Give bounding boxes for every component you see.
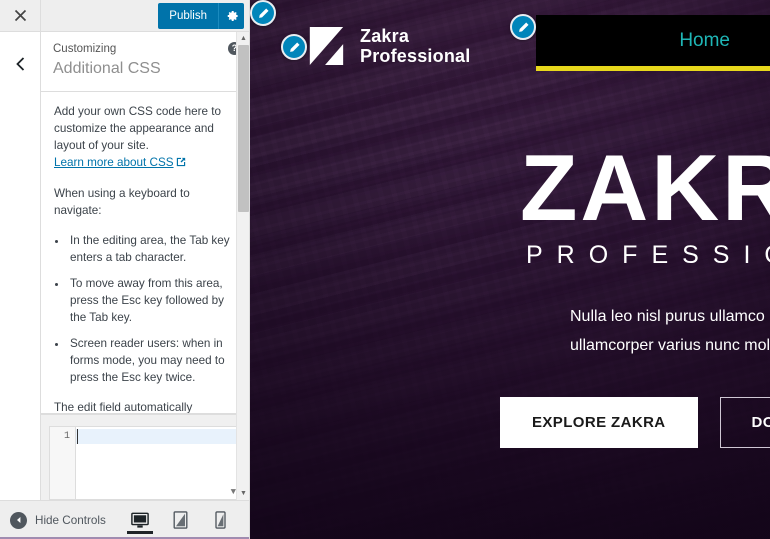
chevron-left-icon xyxy=(15,57,24,71)
description-text-3a: The edit field automatically highlights … xyxy=(54,401,193,414)
customizer-panel: Customizing Additional CSS ? Add your ow… xyxy=(41,32,249,500)
publish-group: Publish xyxy=(158,0,249,31)
description-paragraph-3: The edit field automatically highlights … xyxy=(54,399,236,414)
hero-paragraph-line-2: ullamcorper varius nunc mollis xyxy=(570,337,770,354)
publish-button[interactable]: Publish xyxy=(158,2,218,29)
panel-description: Add your own CSS code here to customize … xyxy=(41,92,249,414)
edit-shortcut-logo[interactable] xyxy=(281,34,307,60)
hero-paragraph: Nulla leo nisl purus ullamco ullamcorper… xyxy=(570,302,770,360)
mobile-icon[interactable] xyxy=(207,505,233,535)
description-paragraph-2: When using a keyboard to navigate: xyxy=(54,187,190,217)
site-branding[interactable]: Zakra Professional xyxy=(305,26,470,66)
text-caret xyxy=(77,429,78,444)
site-title-line-1: Zakra xyxy=(360,26,410,46)
site-title-block: Zakra Professional xyxy=(360,26,470,66)
nav-item-home[interactable]: Home xyxy=(679,30,730,52)
hide-controls-label: Hide Controls xyxy=(35,513,106,527)
hero-section: ZAKRA PROFESSIONAL Nulla leo nisl purus … xyxy=(250,140,770,448)
site-preview: Zakra Professional Home ZAKRA PROFESSION… xyxy=(250,0,770,539)
tablet-icon[interactable] xyxy=(167,505,193,535)
css-editor[interactable]: 1 ▼ xyxy=(49,426,239,500)
description-text-1: Add your own CSS code here to customize … xyxy=(54,105,221,152)
hero-button-group: EXPLORE ZAKRA DOWNLOAD xyxy=(500,397,770,448)
explore-zakra-button[interactable]: EXPLORE ZAKRA xyxy=(500,397,698,448)
line-number: 1 xyxy=(63,431,70,442)
zakra-z-logo-icon xyxy=(309,26,344,66)
customizer-app: Publish Customizing Additional CSS ? Add… xyxy=(0,0,770,539)
css-editor-region: 1 ▼ xyxy=(41,414,249,500)
close-icon[interactable] xyxy=(0,0,41,31)
pencil-icon xyxy=(289,41,300,52)
scrollbar-down-arrow[interactable]: ▼ xyxy=(237,487,249,500)
page-title: Additional CSS xyxy=(53,60,161,77)
hero-title: ZAKRA xyxy=(520,135,770,240)
site-title-line-2: Professional xyxy=(360,46,471,66)
panel-eyebrow: Customizing xyxy=(53,43,117,55)
hide-controls-button[interactable]: Hide Controls xyxy=(10,511,106,529)
description-paragraph-1: Add your own CSS code here to customize … xyxy=(54,103,236,172)
desktop-icon[interactable] xyxy=(127,505,153,535)
list-item: To move away from this area, press the E… xyxy=(68,275,236,326)
external-link-icon xyxy=(176,155,186,172)
device-preview-group xyxy=(127,505,241,535)
customizer-sidebar: Publish Customizing Additional CSS ? Add… xyxy=(0,0,250,539)
list-item: Screen reader users: when in forms mode,… xyxy=(68,335,236,386)
gear-icon[interactable] xyxy=(218,2,244,29)
pencil-icon xyxy=(518,21,529,32)
edit-shortcut-menu[interactable] xyxy=(510,14,536,40)
pencil-icon xyxy=(258,7,269,18)
customizer-footer: Hide Controls xyxy=(0,500,249,539)
keyboard-tips-list: In the editing area, the Tab key enters … xyxy=(68,232,236,386)
learn-more-css-link[interactable]: Learn more about CSS xyxy=(54,156,174,169)
back-button[interactable] xyxy=(0,32,41,500)
scrollbar-up-arrow[interactable]: ▲ xyxy=(237,32,249,45)
scrollbar-thumb[interactable] xyxy=(238,45,249,212)
customizer-topbar: Publish xyxy=(0,0,249,32)
hero-paragraph-line-1: Nulla leo nisl purus ullamco xyxy=(570,308,765,325)
css-code-input[interactable] xyxy=(76,427,238,499)
download-button[interactable]: DOWNLOAD xyxy=(719,397,770,448)
primary-navigation: Home xyxy=(536,15,770,71)
editor-gutter: 1 xyxy=(50,427,76,499)
hero-subtitle: PROFESSIONAL xyxy=(526,241,770,269)
customizer-body: Customizing Additional CSS ? Add your ow… xyxy=(0,32,249,500)
sidebar-scrollbar[interactable]: ▲ ▼ xyxy=(236,32,249,500)
site-header: Zakra Professional Home xyxy=(250,0,770,92)
collapse-arrow-icon xyxy=(10,511,27,529)
panel-header: Customizing Additional CSS ? xyxy=(41,32,249,92)
edit-shortcut-header[interactable] xyxy=(250,0,276,26)
active-line-highlight xyxy=(76,429,238,444)
list-item: In the editing area, the Tab key enters … xyxy=(68,232,236,266)
